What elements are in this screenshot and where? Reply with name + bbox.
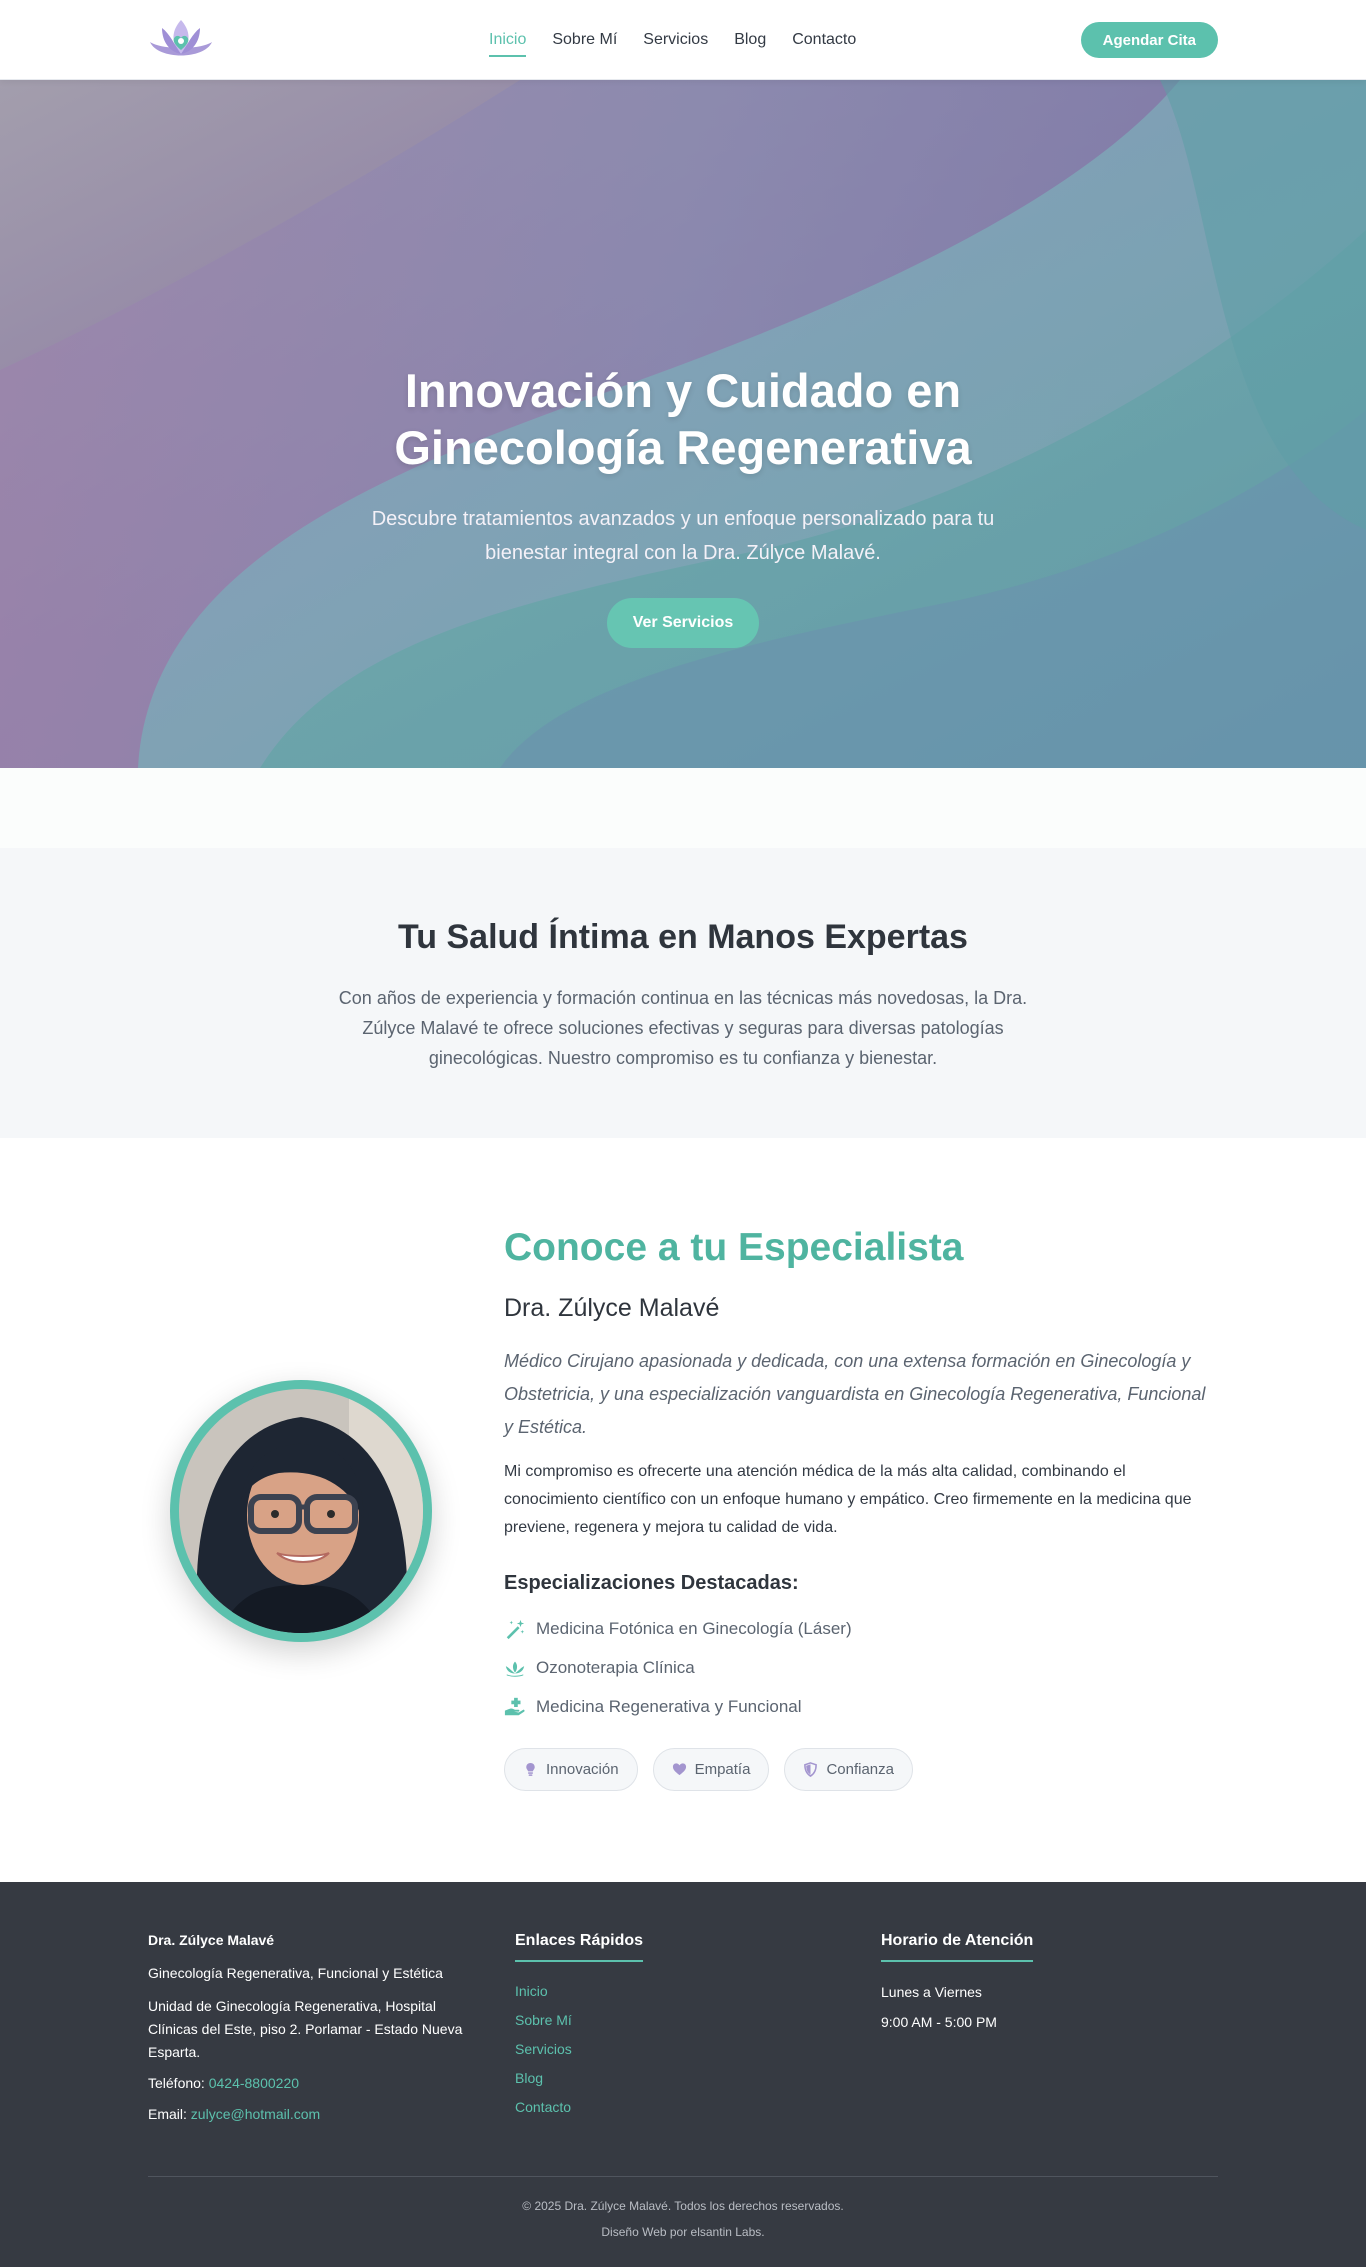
specialization-label: Medicina Fotónica en Ginecología (Láser) bbox=[536, 1618, 852, 1638]
footer-phone-row: Teléfono: 0424-8800220 bbox=[148, 2072, 478, 2095]
list-item: Ozonoterapia Clínica bbox=[504, 1648, 1214, 1687]
agendar-cita-button[interactable]: Agendar Cita bbox=[1080, 22, 1218, 58]
footer-divider bbox=[148, 2176, 1218, 2177]
lotus-icon bbox=[505, 1661, 525, 1677]
hero-content: Innovación y Cuidado en Ginecología Rege… bbox=[0, 362, 1366, 648]
site-header: Inicio Sobre Mí Servicios Blog Contacto … bbox=[0, 0, 1366, 80]
intro-section: Tu Salud Íntima en Manos Expertas Con añ… bbox=[0, 848, 1366, 1138]
specialization-label: Ozonoterapia Clínica bbox=[536, 1657, 695, 1677]
specializations-list: Medicina Fotónica en Ginecología (Láser)… bbox=[504, 1609, 1214, 1726]
doctor-name: Dra. Zúlyce Malavé bbox=[504, 1294, 720, 1322]
footer-tagline: Ginecología Regenerativa, Funcional y Es… bbox=[148, 1965, 443, 1981]
hero-section: Innovación y Cuidado en Ginecología Rege… bbox=[0, 80, 1366, 768]
main-nav: Inicio Sobre Mí Servicios Blog Contacto bbox=[489, 0, 856, 80]
heart-icon bbox=[672, 1763, 686, 1776]
footer-link-inicio[interactable]: Inicio bbox=[515, 1983, 815, 1999]
footer-email-row: Email: zulyce@hotmail.com bbox=[148, 2103, 478, 2126]
footer-phone-label: Teléfono: bbox=[148, 2075, 205, 2091]
footer-credit: Diseño Web por elsantin Labs. bbox=[601, 2225, 765, 2239]
intro-title: Tu Salud Íntima en Manos Expertas bbox=[398, 918, 968, 956]
footer-email-link[interactable]: zulyce@hotmail.com bbox=[191, 2106, 320, 2122]
specialist-quote: Médico Cirujano apasionada y dedicada, c… bbox=[504, 1351, 1206, 1437]
value-label: Innovación bbox=[546, 1761, 619, 1778]
footer-hours-time: 9:00 AM - 5:00 PM bbox=[881, 2014, 997, 2030]
hero-subtitle: Descubre tratamientos avanzados y un enf… bbox=[371, 508, 995, 564]
section-spacer bbox=[0, 768, 1366, 848]
nav-item-inicio[interactable]: Inicio bbox=[489, 25, 527, 57]
nav-item-sobre-mi[interactable]: Sobre Mí bbox=[552, 25, 617, 55]
footer-link-blog[interactable]: Blog bbox=[515, 2070, 815, 2086]
list-item: Medicina Fotónica en Ginecología (Láser) bbox=[504, 1609, 1214, 1648]
footer-contact-column: Dra. Zúlyce Malavé Ginecología Regenerat… bbox=[148, 1932, 478, 2126]
magic-wand-icon bbox=[506, 1619, 525, 1639]
lightbulb-icon bbox=[526, 1762, 535, 1776]
specialist-body: Mi compromiso es ofrecerte una atención … bbox=[504, 1463, 1192, 1536]
footer-links-column: Enlaces Rápidos Inicio Sobre Mí Servicio… bbox=[515, 1932, 815, 2115]
footer-nav: Inicio Sobre Mí Servicios Blog Contacto bbox=[515, 1983, 815, 2115]
footer-phone-link[interactable]: 0424-8800220 bbox=[209, 2075, 299, 2091]
site-footer: Dra. Zúlyce Malavé Ginecología Regenerat… bbox=[0, 1882, 1366, 2267]
doctor-photo bbox=[179, 1389, 423, 1633]
specialist-text: Conoce a tu Especialista Dra. Zúlyce Mal… bbox=[504, 1226, 1214, 1791]
footer-email-label: Email: bbox=[148, 2106, 187, 2122]
nav-item-contacto[interactable]: Contacto bbox=[792, 25, 856, 55]
footer-address: Unidad de Ginecología Regenerativa, Hosp… bbox=[148, 1998, 463, 2060]
specialist-portrait bbox=[170, 1380, 432, 1642]
specializations-heading: Especializaciones Destacadas: bbox=[504, 1572, 799, 1594]
intro-text: Con años de experiencia y formación cont… bbox=[338, 988, 1028, 1068]
specialist-title: Conoce a tu Especialista bbox=[504, 1226, 964, 1269]
nav-item-blog[interactable]: Blog bbox=[734, 25, 766, 55]
footer-hours-days: Lunes a Viernes bbox=[881, 1984, 982, 2000]
specialization-label: Medicina Regenerativa y Funcional bbox=[536, 1696, 802, 1716]
shield-icon bbox=[804, 1762, 818, 1777]
value-pill-empatia: Empatía bbox=[652, 1748, 770, 1791]
footer-link-contacto[interactable]: Contacto bbox=[515, 2099, 815, 2115]
footer-link-servicios[interactable]: Servicios bbox=[515, 2041, 815, 2057]
footer-hours-column: Horario de Atención Lunes a Viernes 9:00… bbox=[881, 1932, 1181, 2030]
specialist-section: Conoce a tu Especialista Dra. Zúlyce Mal… bbox=[0, 1138, 1366, 1882]
value-label: Confianza bbox=[826, 1761, 894, 1778]
value-pill-innovacion: Innovación bbox=[504, 1748, 638, 1791]
value-pill-confianza: Confianza bbox=[784, 1748, 913, 1791]
hand-medical-icon bbox=[504, 1697, 525, 1715]
footer-links-title: Enlaces Rápidos bbox=[515, 1932, 644, 1962]
value-label: Empatía bbox=[694, 1761, 751, 1778]
values-pills: Innovación Empatía Confianza bbox=[504, 1748, 1214, 1791]
lotus-heart-logo-icon[interactable] bbox=[148, 16, 214, 64]
ver-servicios-button[interactable]: Ver Servicios bbox=[606, 598, 760, 648]
footer-hours-title: Horario de Atención bbox=[881, 1932, 1034, 1962]
footer-copyright: © 2025 Dra. Zúlyce Malavé. Todos los der… bbox=[522, 2199, 844, 2213]
footer-link-sobre-mi[interactable]: Sobre Mí bbox=[515, 2012, 815, 2028]
list-item: Medicina Regenerativa y Funcional bbox=[504, 1687, 1214, 1726]
footer-doctor-name: Dra. Zúlyce Malavé bbox=[148, 1932, 275, 1948]
nav-item-servicios[interactable]: Servicios bbox=[643, 25, 708, 55]
hero-title: Innovación y Cuidado en Ginecología Rege… bbox=[394, 364, 972, 474]
